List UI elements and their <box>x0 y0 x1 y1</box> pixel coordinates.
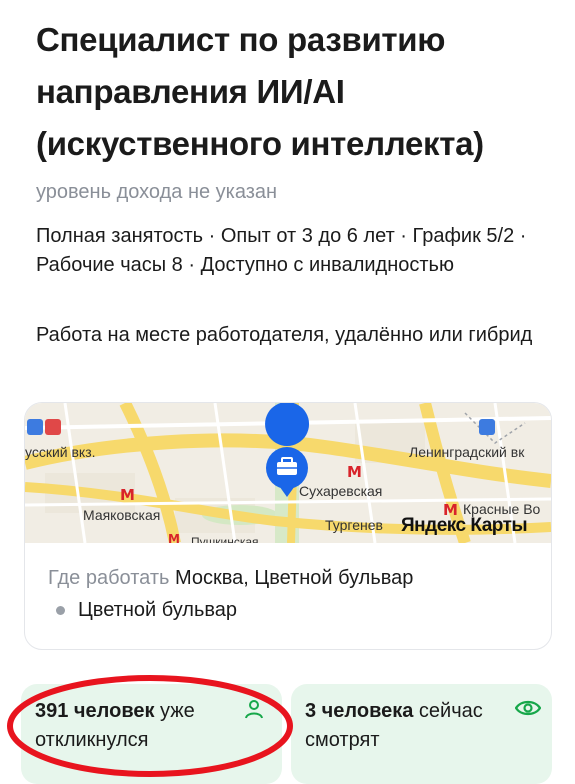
map-label-metro-1: Сухаревская <box>299 483 382 499</box>
map-label-metro-2: Маяковская <box>83 507 160 523</box>
metro-icon: M <box>347 463 362 481</box>
vacancy-title: Специалист по развитию направления ИИ/AI… <box>36 21 484 162</box>
viewing-count: 3 человека <box>305 700 414 722</box>
map-label-station-left: усский вкз. <box>25 444 96 460</box>
work-format: Работа на месте работодателя, удалённо и… <box>36 324 533 346</box>
star-icon <box>45 419 61 435</box>
responses-count: 391 человек <box>35 700 155 722</box>
location-card[interactable]: M M M M усский вкз. Ленинградский вк Сух… <box>24 402 552 650</box>
map-label-station-right: Ленинградский вк <box>409 444 525 460</box>
map-label-metro-5: Пушкинская <box>191 535 259 543</box>
metro-station: Цветной бульвар <box>56 599 237 622</box>
railway-icon <box>479 419 495 435</box>
metro-icon: M <box>168 532 180 543</box>
map-label-metro-3: Тургенев <box>325 517 383 533</box>
person-icon <box>245 700 263 719</box>
address-value: Москва, Цветной бульвар <box>175 567 414 589</box>
metro-icon: M <box>120 486 135 504</box>
metro-station-name: Цветной бульвар <box>78 599 238 621</box>
yandex-maps-logo: Яндекс Карты <box>401 515 527 536</box>
map-preview[interactable]: M M M M усский вкз. Ленинградский вк Сух… <box>25 403 551 543</box>
work-address: Где работать Москва, Цветной бульвар <box>48 567 413 590</box>
address-prefix: Где работать <box>48 567 170 589</box>
railway-icon <box>27 419 43 435</box>
responses-stat: 391 человек уже откликнулся <box>21 684 282 784</box>
viewing-stat: 3 человека сейчас смотрят <box>291 684 552 784</box>
metro-line-dot-icon <box>56 606 65 615</box>
salary-text: уровень дохода не указан <box>36 181 278 203</box>
employment-conditions: Полная занятость · Опыт от 3 до 6 лет · … <box>36 225 527 276</box>
eye-icon <box>515 700 541 716</box>
